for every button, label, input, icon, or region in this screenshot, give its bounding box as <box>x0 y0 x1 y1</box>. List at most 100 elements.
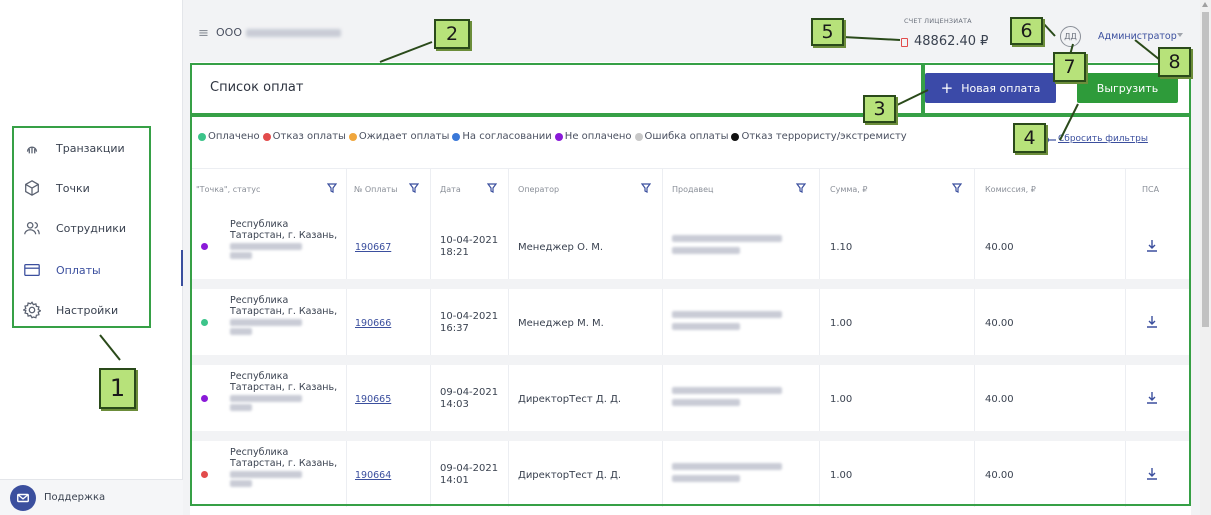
filter-icon[interactable] <box>486 183 498 196</box>
status-dot <box>262 132 271 141</box>
transactions-icon <box>22 138 42 158</box>
column-divider <box>1125 289 1126 355</box>
column-divider <box>508 213 509 279</box>
status-dot <box>452 132 461 141</box>
status-dot <box>634 132 643 141</box>
column-divider <box>662 441 663 507</box>
table-header: "Точка", статус № Оплаты Дата Оператор П… <box>190 168 1191 213</box>
column-divider <box>662 365 663 431</box>
legend-item: Ожидает оплаты <box>348 131 449 142</box>
sidebar: Транзакции Точки Сотрудники Оплаты Настр… <box>0 0 183 515</box>
sidebar-item-label: Транзакции <box>56 141 125 155</box>
legend-item: Ошибка оплаты <box>634 131 728 142</box>
point-address: Республика Татарстан, г. Казань, <box>230 447 340 487</box>
scroll-thumb[interactable] <box>1202 12 1209 327</box>
sidebar-item-transactions[interactable]: Транзакции <box>22 136 125 160</box>
column-divider <box>819 169 820 213</box>
top-bar: ≡ ООО СЧЕТ ЛИЦЕНЗИАТА 48862.40 ₽ 99 ДД А… <box>184 0 1200 62</box>
download-icon[interactable] <box>1145 391 1159 408</box>
new-payment-label: Новая оплата <box>961 81 1041 95</box>
sidebar-item-settings[interactable]: Настройки <box>22 298 118 322</box>
payment-number-link[interactable]: 190667 <box>355 242 391 253</box>
seller-redacted <box>672 235 782 259</box>
download-icon[interactable] <box>1145 467 1159 484</box>
download-icon[interactable] <box>1145 239 1159 256</box>
column-divider <box>1125 169 1126 213</box>
seller-redacted <box>672 463 782 487</box>
card-icon <box>22 260 42 280</box>
callout-8: 8 <box>1158 47 1191 77</box>
sidebar-item-label: Оплаты <box>56 263 101 277</box>
account-label: СЧЕТ ЛИЦЕНЗИАТА <box>904 17 972 25</box>
avatar[interactable]: ДД <box>1060 26 1081 47</box>
reset-filters-link[interactable]: Сбросить фильтры <box>1058 134 1148 144</box>
column-divider <box>430 365 431 431</box>
payment-fee: 40.00 <box>985 470 1014 481</box>
column-divider <box>819 441 820 507</box>
account-balance: 48862.40 ₽ <box>914 34 989 49</box>
status-dot <box>201 471 208 478</box>
payment-number-link[interactable]: 190666 <box>355 318 391 329</box>
filter-icon[interactable] <box>326 183 338 196</box>
sidebar-item-label: Точки <box>56 181 90 195</box>
column-divider <box>974 213 975 279</box>
export-button[interactable]: Выгрузить <box>1077 73 1178 103</box>
filter-icon[interactable] <box>951 183 963 196</box>
support-label: Поддержка <box>44 492 106 503</box>
new-payment-button[interactable]: + Новая оплата <box>925 73 1056 103</box>
column-header-seller: Продавец <box>672 185 714 194</box>
sidebar-item-payments[interactable]: Оплаты <box>22 258 101 282</box>
column-divider <box>346 289 347 355</box>
support-button[interactable]: Поддержка <box>0 479 183 515</box>
user-menu[interactable]: Администратор <box>1098 31 1177 42</box>
menu-icon[interactable]: ≡ <box>198 26 209 41</box>
column-divider <box>1125 441 1126 507</box>
vertical-scrollbar[interactable] <box>1200 0 1211 515</box>
column-divider <box>430 289 431 355</box>
seller-redacted <box>672 311 782 335</box>
row-spacer <box>190 279 1191 289</box>
scroll-up-arrow[interactable] <box>1202 2 1208 7</box>
users-icon <box>22 218 42 238</box>
table-row[interactable]: Республика Татарстан, г. Казань, 190667 … <box>190 213 1191 279</box>
column-divider <box>662 169 663 213</box>
point-address: Республика Татарстан, г. Казань, <box>230 295 340 335</box>
chevron-down-icon[interactable] <box>1177 33 1183 37</box>
org-name: ООО <box>216 26 341 39</box>
column-divider <box>819 365 820 431</box>
table-row[interactable]: Республика Татарстан, г. Казань, 190665 … <box>190 365 1191 431</box>
sidebar-item-label: Настройки <box>56 303 119 317</box>
column-divider <box>346 365 347 431</box>
table-row[interactable]: Республика Татарстан, г. Казань, 190664 … <box>190 441 1191 507</box>
cube-icon <box>22 178 42 198</box>
callout-1: 1 <box>99 368 136 409</box>
filter-icon[interactable] <box>408 183 420 196</box>
plus-icon: + <box>940 79 954 97</box>
column-header-psa: ПСА <box>1142 185 1160 194</box>
filter-icon[interactable] <box>640 183 652 196</box>
payment-fee: 40.00 <box>985 318 1014 329</box>
payment-date: 10-04-2021 16:37 <box>440 311 499 334</box>
column-header-date: Дата <box>440 185 461 194</box>
column-divider <box>974 441 975 507</box>
column-divider <box>819 213 820 279</box>
column-header-fee: Комиссия, ₽ <box>985 185 1036 194</box>
sidebar-item-employees[interactable]: Сотрудники <box>22 216 126 240</box>
column-divider <box>819 289 820 355</box>
filter-icon[interactable] <box>795 183 807 196</box>
payment-number-link[interactable]: 190665 <box>355 394 391 405</box>
legend-item: Отказ оплаты <box>262 131 346 142</box>
callout-7: 7 <box>1053 52 1086 82</box>
column-header-number: № Оплаты <box>354 185 398 194</box>
download-icon[interactable] <box>1145 315 1159 332</box>
sidebar-item-points[interactable]: Точки <box>22 176 90 200</box>
wallet-icon <box>901 38 908 47</box>
payment-sum: 1.00 <box>830 470 853 481</box>
status-dot <box>201 243 208 250</box>
payment-number-link[interactable]: 190664 <box>355 470 391 481</box>
operator-name: ДиректорТест Д. Д. <box>518 394 622 405</box>
payment-sum: 1.10 <box>830 242 853 253</box>
table-row[interactable]: Республика Татарстан, г. Казань, 190666 … <box>190 289 1191 355</box>
column-divider <box>974 365 975 431</box>
export-label: Выгрузить <box>1096 81 1159 95</box>
